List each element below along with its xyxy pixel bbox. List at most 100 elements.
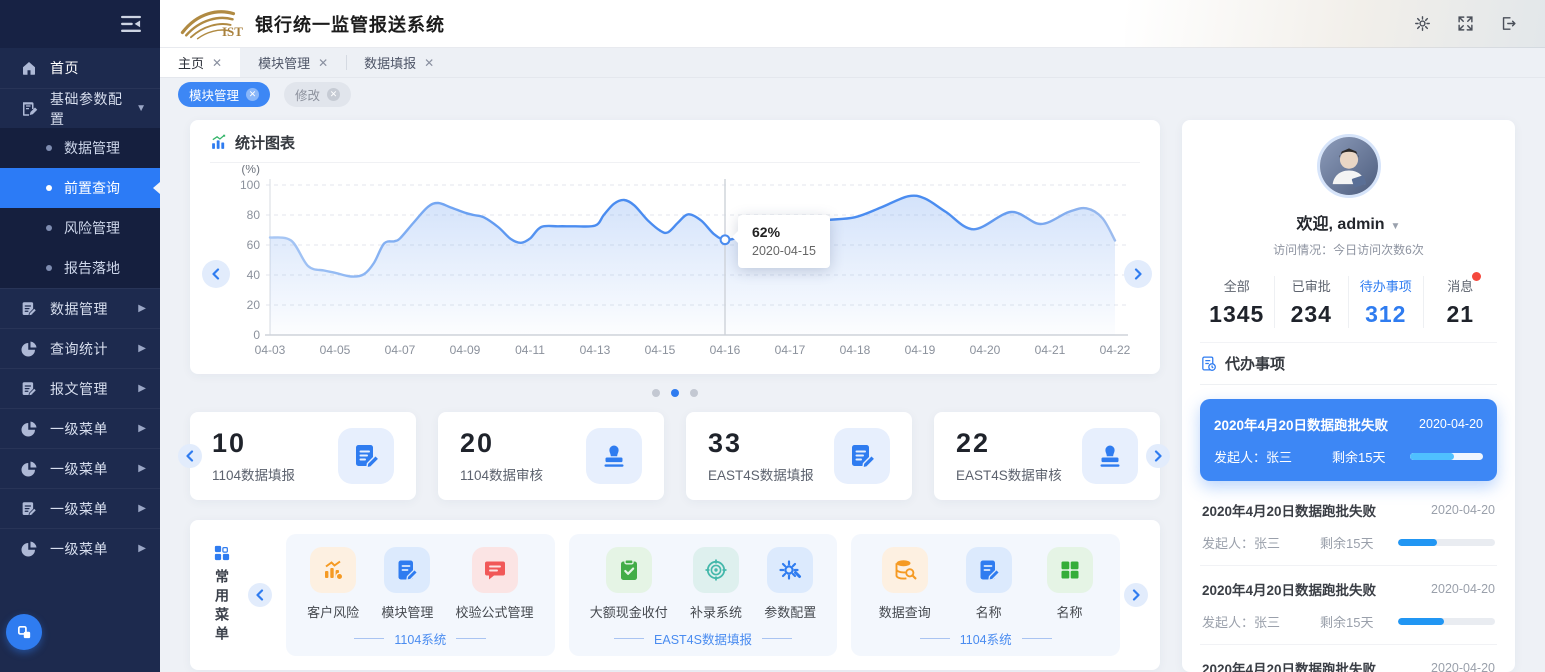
welcome-text[interactable]: 欢迎, admin▼ <box>1200 210 1497 234</box>
sidebar-item-查询统计-3[interactable]: 查询统计▶ <box>0 328 160 368</box>
profile-stat-消息[interactable]: 消息21 <box>1424 276 1498 328</box>
tab-主页[interactable]: 主页✕ <box>160 48 240 77</box>
sidebar-item-一级菜单-7[interactable]: 一级菜单▶ <box>0 488 160 528</box>
sidebar-item-一级菜单-6[interactable]: 一级菜单▶ <box>0 448 160 488</box>
caret-right-icon: ▶ <box>138 503 146 514</box>
chip-label: 修改 <box>295 85 320 104</box>
svg-text:04-18: 04-18 <box>840 343 871 357</box>
sidebar-item-报文管理-4[interactable]: 报文管理▶ <box>0 368 160 408</box>
todo-item-1[interactable]: 2020年4月20日数据跑批失败2020-04-20发起人：张三剩余15天 <box>1200 399 1497 481</box>
chip-close-icon[interactable]: ✕ <box>246 88 259 101</box>
sidebar-subitem-label: 风险管理 <box>64 218 120 238</box>
profile-stat-待办事项[interactable]: 待办事项312 <box>1349 276 1424 328</box>
filter-chip-模块管理[interactable]: 模块管理✕ <box>178 82 270 107</box>
sidebar-subitem-数据管理[interactable]: 数据管理 <box>0 128 160 168</box>
stat-card-1104数据填报[interactable]: 101104数据填报 <box>190 412 416 500</box>
todo-item-date: 2020-04-20 <box>1431 661 1495 672</box>
sidebar-item-基础参数配置-1[interactable]: 基础参数配置▼ <box>0 88 160 128</box>
profile-stats: 全部1345已审批234待办事项312消息21 <box>1200 276 1497 342</box>
sidebar-item-label: 报文管理 <box>50 379 138 399</box>
sidebar-subitem-报告落地[interactable]: 报告落地 <box>0 248 160 288</box>
supplement-system-icon <box>704 558 728 582</box>
stat-card-1104数据审核[interactable]: 201104数据审核 <box>438 412 664 500</box>
sidebar-subitem-前置查询[interactable]: 前置查询 <box>0 168 160 208</box>
document-edit-icon <box>834 428 890 484</box>
bullet-dot-icon <box>46 145 52 151</box>
fullscreen-icon[interactable] <box>1457 15 1474 32</box>
svg-text:04-20: 04-20 <box>970 343 1001 357</box>
sidebar-item-一级菜单-8[interactable]: 一级菜单▶ <box>0 528 160 568</box>
quick-item-大额现金收付[interactable]: 大额现金收付 <box>590 547 668 621</box>
filter-chip-修改[interactable]: 修改 ✕ <box>284 82 351 107</box>
carousel-dot-2[interactable] <box>671 389 679 397</box>
tab-模块管理[interactable]: 模块管理✕ <box>240 48 346 77</box>
close-icon[interactable]: ✕ <box>424 56 434 70</box>
logout-icon[interactable] <box>1500 15 1517 32</box>
chip-close-icon[interactable]: ✕ <box>327 88 340 101</box>
sidebar-submenu: 数据管理前置查询风险管理报告落地 <box>0 128 160 288</box>
chart-next-button[interactable] <box>1124 260 1152 288</box>
bar-chart-icon <box>210 134 227 151</box>
profile-stat-已审批[interactable]: 已审批234 <box>1275 276 1350 328</box>
todo-header: 代办事项 <box>1200 342 1497 385</box>
close-icon[interactable]: ✕ <box>212 56 222 70</box>
logo-text: IST <box>222 24 243 40</box>
carousel-dot-3[interactable] <box>690 389 698 397</box>
quick-item-label: 大额现金收付 <box>590 602 668 621</box>
pie-icon <box>20 420 38 438</box>
grid-menu-icon <box>214 545 230 561</box>
sidebar-item-一级菜单-5[interactable]: 一级菜单▶ <box>0 408 160 448</box>
theme-switcher-button[interactable] <box>6 614 42 650</box>
todo-item-3[interactable]: 2020年4月20日数据跑批失败2020-04-20发起人：张三剩余15天 <box>1200 566 1497 645</box>
line-chart[interactable]: 204060801000(%)04-0304-0504-0704-0904-11… <box>210 165 1140 365</box>
welcome-label: 欢迎, admin <box>1297 216 1385 233</box>
close-icon[interactable]: ✕ <box>318 56 328 70</box>
profile-panel: 欢迎, admin▼ 访问情况：今日访问次数6次 全部1345已审批234待办事… <box>1182 120 1515 672</box>
quick-item-补录系统[interactable]: 补录系统 <box>690 547 742 621</box>
tab-数据填报[interactable]: 数据填报✕ <box>346 48 452 77</box>
sidebar-item-首页-0[interactable]: 首页 <box>0 48 160 88</box>
caret-right-icon: ▶ <box>138 463 146 474</box>
svg-text:04-09: 04-09 <box>450 343 481 357</box>
todo-item-meta-row: 发起人：张三剩余15天 <box>1202 533 1495 552</box>
quick-item-模块管理[interactable]: 模块管理 <box>381 547 433 621</box>
chart-plot: 204060801000(%)04-0304-0504-0704-0904-11… <box>210 165 1140 368</box>
sidebar-item-数据管理-2[interactable]: 数据管理▶ <box>0 288 160 328</box>
caret-right-icon: ▶ <box>138 383 146 394</box>
profile-stat-全部[interactable]: 全部1345 <box>1200 276 1275 328</box>
quick-item-名称[interactable]: 名称 <box>966 547 1012 621</box>
sidebar: 首页基础参数配置▼数据管理前置查询风险管理报告落地数据管理▶查询统计▶报文管理▶… <box>0 0 160 672</box>
stamp-icon <box>586 428 642 484</box>
carousel-dots <box>190 374 1160 412</box>
quick-item-参数配置[interactable]: 参数配置 <box>764 547 816 621</box>
todo-item-2[interactable]: 2020年4月20日数据跑批失败2020-04-20发起人：张三剩余15天 <box>1200 487 1497 566</box>
stat-card-EAST4S数据填报[interactable]: 33EAST4S数据填报 <box>686 412 912 500</box>
quick-item-label: 模块管理 <box>381 602 433 621</box>
stat-label: EAST4S数据审核 <box>956 464 1082 484</box>
stats-next-button[interactable] <box>1146 444 1170 468</box>
stats-prev-button[interactable] <box>178 444 202 468</box>
module-manage-icon <box>395 558 419 582</box>
quick-item-校验公式管理[interactable]: 校验公式管理 <box>456 547 534 621</box>
profile-stat-label: 待办事项 <box>1360 276 1412 295</box>
quick-menu-next-button[interactable] <box>1124 583 1148 607</box>
quick-item-名称[interactable]: 名称 <box>1047 547 1093 621</box>
quick-group-caption: 1104系统 <box>861 625 1110 650</box>
quick-menu-prev-button[interactable] <box>248 583 272 607</box>
quick-item-客户风险[interactable]: 客户风险 <box>307 547 359 621</box>
gear-icon[interactable] <box>1414 15 1431 32</box>
document-edit-icon <box>338 428 394 484</box>
stat-info: 22EAST4S数据审核 <box>956 428 1082 484</box>
todo-item-4[interactable]: 2020年4月20日数据跑批失败2020-04-20发起人：张三剩余4天 <box>1200 645 1497 672</box>
quick-item-label: 客户风险 <box>307 602 359 621</box>
carousel-dot-1[interactable] <box>652 389 660 397</box>
chart-prev-button[interactable] <box>202 260 230 288</box>
collapse-menu-icon[interactable] <box>120 14 142 34</box>
stat-card-EAST4S数据审核[interactable]: 22EAST4S数据审核 <box>934 412 1160 500</box>
quick-item-数据查询[interactable]: 数据查询 <box>879 547 931 621</box>
formula-check-icon <box>483 558 507 582</box>
quick-item-label: 参数配置 <box>764 602 816 621</box>
stat-label: 1104数据填报 <box>212 464 338 484</box>
sidebar-subitem-风险管理[interactable]: 风险管理 <box>0 208 160 248</box>
avatar[interactable] <box>1317 134 1381 198</box>
